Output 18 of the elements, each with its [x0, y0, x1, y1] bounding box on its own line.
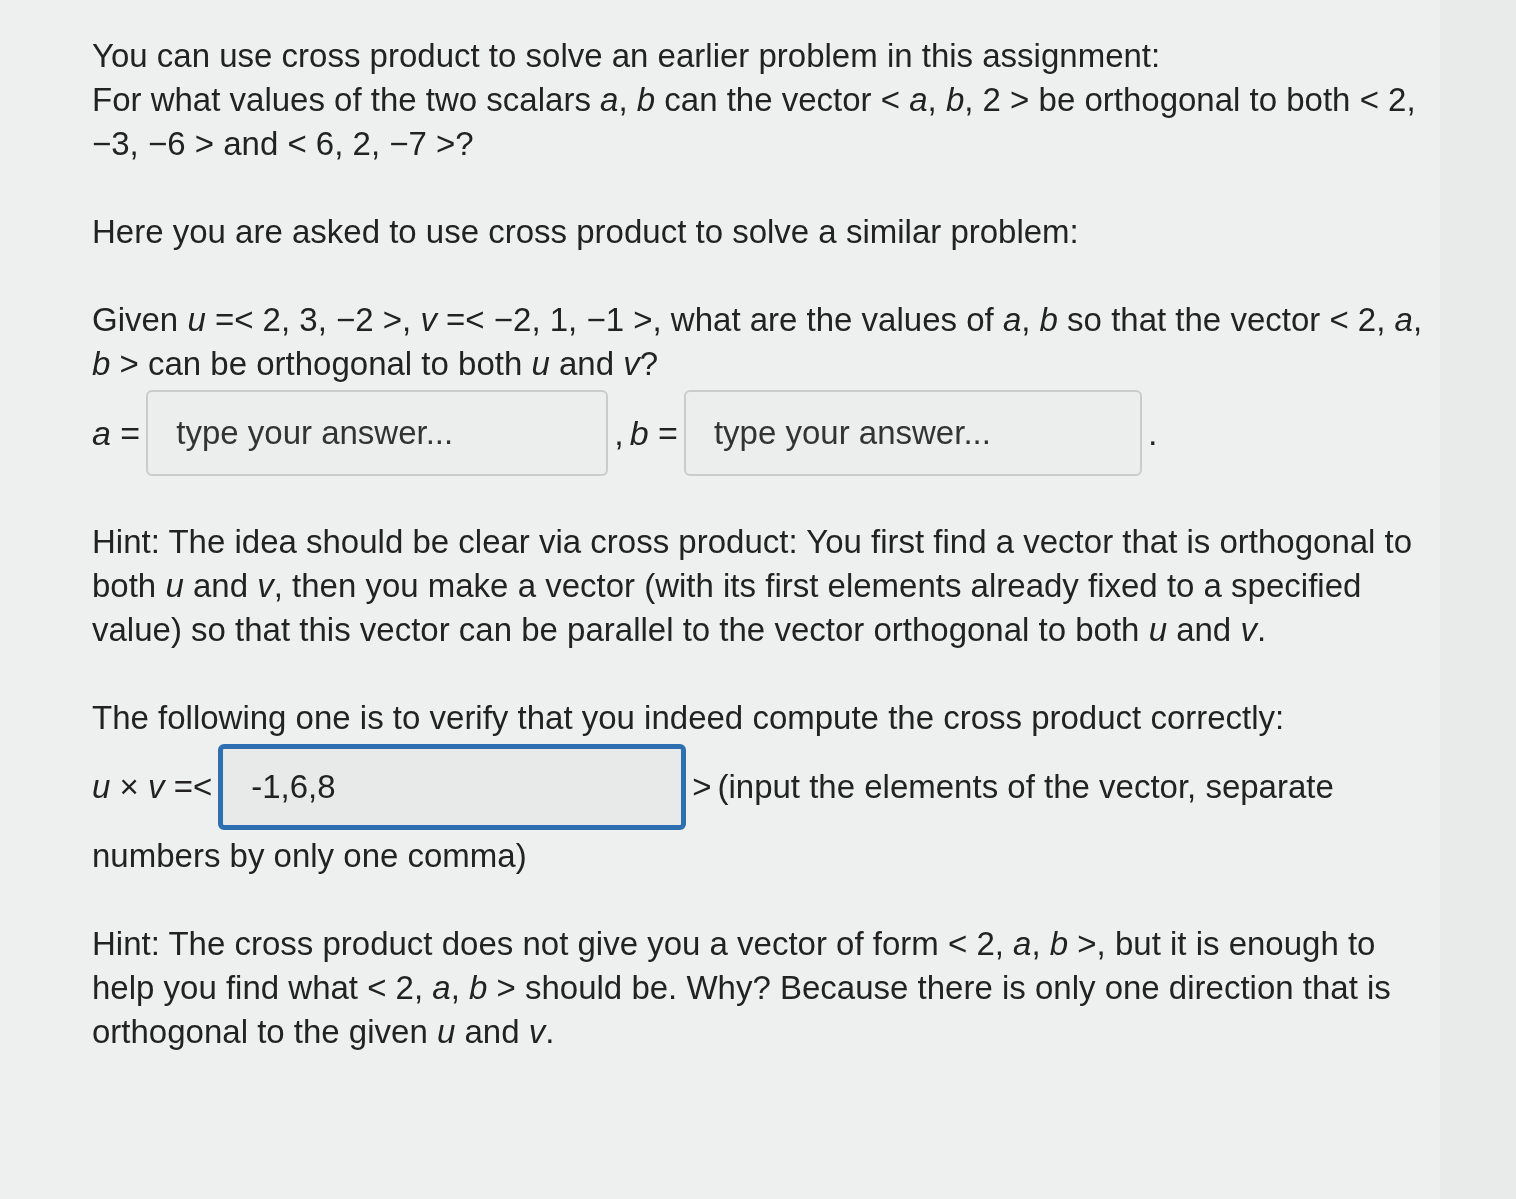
question-text: Given u =< 2, 3, −2 >, v =< −2, 1, −1 >, what are the values of a, b so that the vector < 2, a, b > can be orthogonal to both u and v?: [92, 300, 1424, 384]
hint-text: Hint: The idea should be clear via cross product: You first find a vector that is orthogonal to both u and v, then you make a vector (with its first elements already fixed to a specified value) so that this vector can be parallel to the vector orthogonal to both u and v.: [92, 522, 1414, 650]
answer-field[interactable]: -1,6,8: [218, 744, 687, 830]
intro-line: You can use cross product to solve an earlier problem in this assignment:: [92, 36, 1162, 76]
instruction-text: The following one is to verify that you indeed compute the cross product correctly:: [92, 698, 1286, 738]
lead-text: Here you are asked to use cross product to solve a similar problem:: [92, 212, 1080, 252]
equation-label: u × v =<: [92, 767, 213, 807]
bracket-text: >: [692, 767, 712, 807]
answer-field[interactable]: type your answer...: [146, 390, 609, 476]
instruction-note: numbers by only one comma): [92, 836, 528, 876]
answer-field[interactable]: type your answer...: [683, 390, 1142, 476]
variable-label: b =: [629, 413, 678, 454]
separator-text: ,: [614, 413, 624, 454]
instruction-note: (input the elements of the vector, separate: [717, 767, 1334, 807]
period-text: .: [1147, 413, 1158, 454]
variable-label: a =: [92, 413, 141, 454]
hint-text: Hint: The cross product does not give you a vector of form < 2, a, b >, but it is enough to help you find what < 2, a, b > should be. Why? Because there is only one direction that is orthogonal to the given u and v.: [92, 924, 1392, 1052]
question-text: For what values of the two scalars a, b can the vector < a, b, 2 > be orthogonal to both < 2, −3, −6 > and < 6, 2, −7 >?: [92, 80, 1417, 164]
